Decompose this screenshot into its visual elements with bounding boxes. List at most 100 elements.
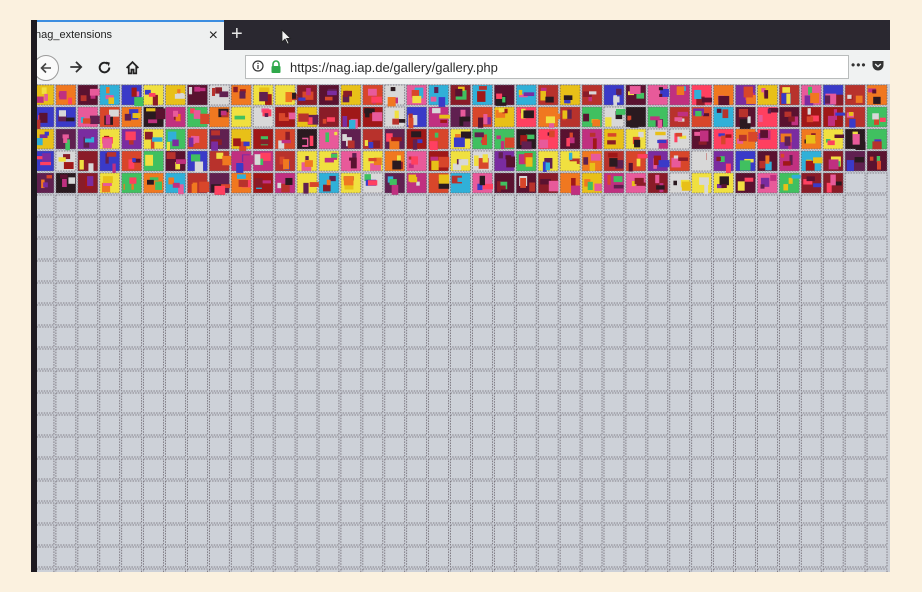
empty-gallery-cell[interactable] bbox=[472, 326, 493, 348]
gallery-thumbnail[interactable] bbox=[757, 128, 778, 150]
empty-gallery-cell[interactable] bbox=[318, 546, 340, 568]
empty-gallery-cell[interactable] bbox=[844, 480, 866, 502]
forward-button[interactable] bbox=[63, 54, 89, 80]
empty-gallery-cell[interactable] bbox=[691, 370, 713, 392]
empty-gallery-cell[interactable] bbox=[800, 326, 822, 348]
empty-gallery-cell[interactable] bbox=[252, 436, 274, 458]
empty-gallery-cell[interactable] bbox=[778, 480, 800, 502]
gallery-thumbnail[interactable] bbox=[187, 84, 208, 106]
gallery-thumbnail[interactable] bbox=[581, 106, 603, 128]
empty-gallery-cell[interactable] bbox=[252, 282, 274, 304]
empty-gallery-cell[interactable] bbox=[450, 260, 471, 282]
empty-gallery-cell[interactable] bbox=[187, 260, 208, 282]
empty-gallery-cell[interactable] bbox=[55, 348, 77, 370]
gallery-thumbnail[interactable] bbox=[187, 150, 208, 173]
empty-gallery-cell[interactable] bbox=[866, 546, 888, 568]
empty-gallery-cell[interactable] bbox=[472, 194, 493, 216]
empty-gallery-cell[interactable] bbox=[581, 282, 603, 304]
empty-gallery-cell[interactable] bbox=[450, 348, 471, 370]
empty-gallery-cell[interactable] bbox=[318, 414, 340, 436]
empty-gallery-cell[interactable] bbox=[603, 238, 625, 260]
empty-gallery-cell[interactable] bbox=[165, 282, 186, 304]
empty-gallery-cell[interactable] bbox=[559, 480, 581, 502]
empty-gallery-cell[interactable] bbox=[647, 282, 669, 304]
empty-gallery-cell[interactable] bbox=[713, 304, 734, 326]
empty-gallery-cell[interactable] bbox=[55, 568, 77, 572]
empty-gallery-cell[interactable] bbox=[384, 326, 406, 348]
empty-gallery-cell[interactable] bbox=[515, 568, 537, 572]
gallery-thumbnail[interactable] bbox=[143, 106, 166, 128]
empty-gallery-cell[interactable] bbox=[713, 458, 734, 480]
empty-gallery-cell[interactable] bbox=[318, 216, 340, 238]
empty-gallery-cell[interactable] bbox=[165, 260, 186, 282]
empty-gallery-cell[interactable] bbox=[625, 392, 647, 414]
gallery-thumbnail[interactable] bbox=[450, 106, 471, 128]
empty-gallery-cell[interactable] bbox=[581, 194, 603, 216]
gallery-thumbnail[interactable] bbox=[252, 84, 274, 106]
empty-gallery-cell[interactable] bbox=[384, 282, 406, 304]
gallery-thumbnail[interactable] bbox=[296, 84, 318, 106]
empty-gallery-cell[interactable] bbox=[537, 282, 559, 304]
empty-gallery-cell[interactable] bbox=[143, 568, 164, 572]
empty-gallery-cell[interactable] bbox=[318, 370, 340, 392]
empty-gallery-cell[interactable] bbox=[296, 194, 318, 216]
empty-gallery-cell[interactable] bbox=[450, 524, 471, 546]
empty-gallery-cell[interactable] bbox=[691, 502, 713, 524]
empty-gallery-cell[interactable] bbox=[99, 414, 121, 436]
gallery-thumbnail[interactable] bbox=[252, 128, 274, 150]
empty-gallery-cell[interactable] bbox=[165, 348, 186, 370]
empty-gallery-cell[interactable] bbox=[713, 568, 734, 572]
empty-gallery-cell[interactable] bbox=[647, 370, 669, 392]
empty-gallery-cell[interactable] bbox=[866, 480, 888, 502]
empty-gallery-cell[interactable] bbox=[735, 568, 756, 572]
gallery-thumbnail[interactable] bbox=[537, 84, 559, 106]
empty-gallery-cell[interactable] bbox=[800, 414, 822, 436]
empty-gallery-cell[interactable] bbox=[274, 326, 296, 348]
empty-gallery-cell[interactable] bbox=[472, 502, 493, 524]
empty-gallery-cell[interactable] bbox=[143, 480, 164, 502]
gallery-thumbnail[interactable] bbox=[713, 150, 734, 174]
empty-gallery-cell[interactable] bbox=[340, 238, 362, 260]
empty-gallery-cell[interactable] bbox=[735, 260, 756, 282]
empty-gallery-cell[interactable] bbox=[757, 260, 778, 282]
empty-gallery-cell[interactable] bbox=[515, 436, 537, 458]
empty-gallery-cell[interactable] bbox=[822, 326, 844, 348]
empty-gallery-cell[interactable] bbox=[340, 216, 362, 238]
gallery-thumbnail[interactable] bbox=[318, 128, 340, 150]
empty-gallery-cell[interactable] bbox=[230, 392, 252, 414]
empty-gallery-cell[interactable] bbox=[99, 502, 121, 524]
gallery-thumbnail[interactable] bbox=[187, 106, 212, 128]
empty-gallery-cell[interactable] bbox=[800, 436, 822, 458]
empty-gallery-cell[interactable] bbox=[691, 304, 713, 326]
gallery-thumbnail[interactable] bbox=[647, 128, 669, 150]
gallery-thumbnail[interactable] bbox=[165, 128, 186, 152]
empty-gallery-cell[interactable] bbox=[778, 260, 800, 282]
gallery-thumbnail[interactable] bbox=[55, 84, 77, 106]
empty-gallery-cell[interactable] bbox=[318, 436, 340, 458]
empty-gallery-cell[interactable] bbox=[428, 524, 449, 546]
empty-gallery-cell[interactable] bbox=[559, 238, 581, 260]
empty-gallery-cell[interactable] bbox=[515, 348, 537, 370]
empty-gallery-cell[interactable] bbox=[866, 304, 888, 326]
empty-gallery-cell[interactable] bbox=[406, 524, 428, 546]
empty-gallery-cell[interactable] bbox=[55, 414, 77, 436]
empty-gallery-cell[interactable] bbox=[537, 392, 559, 414]
empty-gallery-cell[interactable] bbox=[625, 194, 647, 216]
empty-gallery-cell[interactable] bbox=[77, 480, 99, 502]
empty-gallery-cell[interactable] bbox=[99, 260, 121, 282]
empty-gallery-cell[interactable] bbox=[450, 304, 471, 326]
empty-gallery-cell[interactable] bbox=[450, 238, 471, 260]
gallery-thumbnail[interactable] bbox=[362, 106, 384, 128]
empty-gallery-cell[interactable] bbox=[340, 304, 362, 326]
gallery-thumbnail[interactable] bbox=[428, 172, 450, 194]
empty-gallery-cell[interactable] bbox=[472, 348, 493, 370]
gallery-thumbnail[interactable] bbox=[581, 150, 603, 172]
empty-gallery-cell[interactable] bbox=[450, 414, 471, 436]
gallery-thumbnail[interactable] bbox=[822, 128, 844, 150]
empty-gallery-cell[interactable] bbox=[822, 414, 844, 436]
empty-gallery-cell[interactable] bbox=[603, 524, 625, 546]
empty-gallery-cell[interactable] bbox=[778, 216, 800, 238]
gallery-thumbnail[interactable] bbox=[165, 150, 187, 172]
empty-gallery-cell[interactable] bbox=[472, 216, 493, 238]
empty-gallery-cell[interactable] bbox=[757, 392, 778, 414]
